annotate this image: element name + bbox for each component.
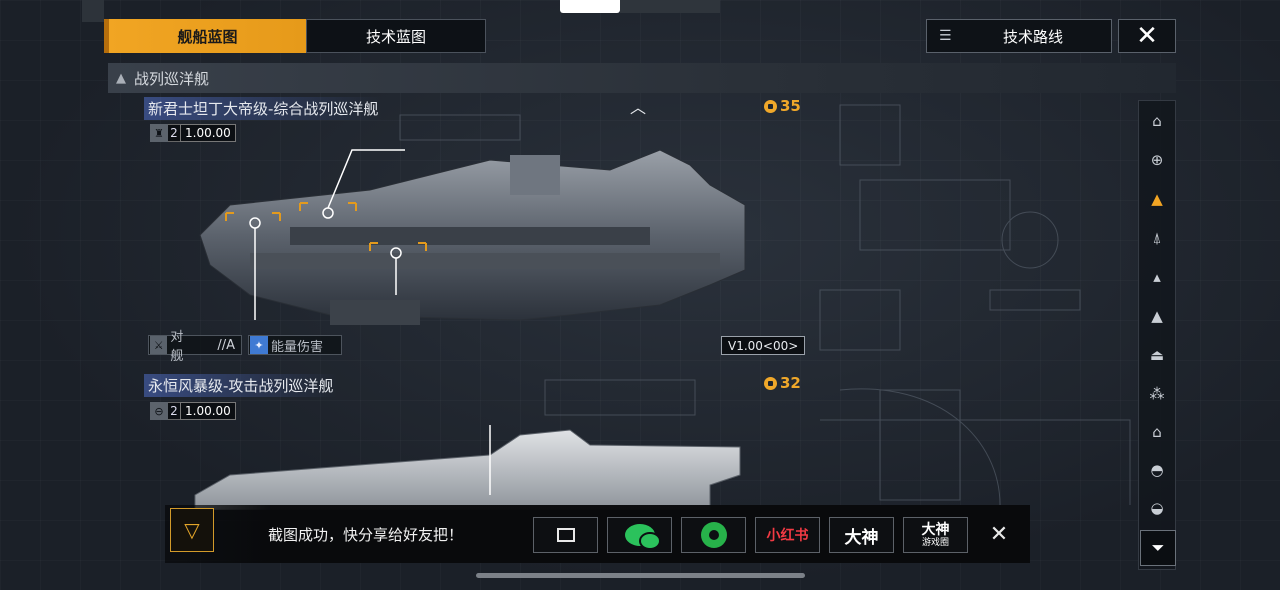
xiaohongshu-label: 小红书: [766, 528, 809, 544]
status-indicator: [82, 0, 104, 22]
share-xiaohongshu-button[interactable]: 小红书: [755, 517, 820, 553]
role-grade: //A: [217, 337, 235, 353]
damage-label: 能量伤害: [271, 339, 324, 355]
battleship-icon[interactable]: ⏏: [1140, 338, 1174, 372]
screenshot-icon: [556, 528, 575, 542]
version-badge: V1.00<00>: [721, 336, 806, 355]
ship-name[interactable]: 永恒风暴级-攻击战列巡洋舰: [144, 374, 338, 397]
ship-model-image[interactable]: [190, 425, 750, 510]
cost-value: 35: [780, 97, 801, 115]
top-bar: 舰船蓝图 技术蓝图 ☰ 技术路线 ✕: [104, 19, 1176, 53]
role-label: 对舰: [170, 330, 184, 364]
home-indicator[interactable]: [476, 573, 805, 578]
share-close-button[interactable]: ✕: [986, 521, 1012, 547]
filter-icon: ⏷: [1151, 538, 1165, 557]
dashen-circle-logo: 大神 游戏圈: [922, 523, 950, 548]
ship-level-num: 2: [168, 402, 180, 420]
tab-ship-blueprints[interactable]: 舰船蓝图: [104, 19, 306, 53]
close-icon: ✕: [989, 521, 1009, 547]
station-icon[interactable]: ⌂: [1140, 415, 1174, 449]
dashen-label: 大神: [844, 527, 879, 548]
share-moments-button[interactable]: [681, 517, 746, 553]
dashen-circle-sub: 游戏圈: [921, 537, 949, 548]
ship-level-num: 2: [168, 124, 180, 142]
cost-value: 32: [780, 374, 801, 392]
ship-version: 1.00.00: [180, 402, 236, 420]
damage-tag: ✦ 能量伤害: [248, 335, 342, 355]
tech-route-button[interactable]: ☰ 技术路线: [926, 19, 1112, 53]
cruiser-icon[interactable]: ▲: [1140, 182, 1174, 216]
share-screenshot-button[interactable]: [533, 517, 598, 553]
tab-tech-blueprints[interactable]: 技术蓝图: [306, 19, 486, 53]
moments-icon: [700, 522, 727, 548]
section-header: ▲ 战列巡洋舰: [108, 63, 1176, 93]
battlecruiser-category-icon: ▲: [116, 70, 126, 86]
section-title: 战列巡洋舰: [134, 69, 210, 88]
tech-route-label: 技术路线: [1003, 27, 1064, 46]
ship-type-icon: ♜: [150, 124, 168, 142]
base-icon[interactable]: ◒: [1140, 491, 1174, 525]
ship-name[interactable]: 新君士坦丁大帝级-综合战列巡洋舰: [144, 97, 383, 120]
carrier-icon[interactable]: ▲: [1140, 299, 1174, 333]
fleet-icon[interactable]: ⁂: [1140, 377, 1174, 411]
ship-model-image[interactable]: [190, 145, 760, 330]
currency-icon: [764, 99, 777, 113]
share-dashen-circle-button[interactable]: 大神 游戏圈: [903, 517, 968, 553]
energy-damage-icon: ✦: [250, 336, 268, 354]
ship-level: ⊖ 2 1.00.00: [150, 402, 236, 420]
share-dashen-button[interactable]: 大神: [829, 517, 894, 553]
destroyer-icon[interactable]: ⊕: [1140, 143, 1174, 177]
ship-level: ♜ 2 1.00.00: [150, 124, 236, 142]
anti-ship-icon: ⚔: [150, 336, 168, 354]
filter-button[interactable]: ⏷: [1140, 530, 1176, 566]
aux-ship-icon[interactable]: ▴: [1140, 260, 1174, 294]
ship-version: 1.00.00: [180, 124, 236, 142]
close-icon: ✕: [1136, 21, 1158, 51]
blueprint-cost: 35: [764, 97, 801, 115]
currency-icon: [764, 376, 777, 390]
game-logo-icon: ▽: [170, 508, 214, 552]
battlecruiser-icon[interactable]: ⍋: [1140, 221, 1174, 255]
system-pill-dark: [620, 0, 720, 13]
close-button[interactable]: ✕: [1118, 19, 1176, 53]
dome-icon[interactable]: ◓: [1140, 453, 1174, 487]
system-pill: [560, 0, 620, 13]
share-wechat-button[interactable]: [607, 517, 672, 553]
blueprint-cost: 32: [764, 374, 801, 392]
ship-type-icon: ⊖: [150, 402, 168, 420]
wechat-icon: [624, 524, 661, 550]
role-tag: ⚔ 对舰 //A: [148, 330, 242, 364]
chevron-up-icon[interactable]: ︿: [630, 94, 646, 118]
frigate-icon[interactable]: ⌂: [1140, 104, 1174, 138]
share-message: 截图成功，快分享给好友把！: [268, 526, 464, 544]
tree-list-icon: ☰: [939, 28, 952, 44]
dashen-circle-label: 大神: [921, 521, 950, 538]
